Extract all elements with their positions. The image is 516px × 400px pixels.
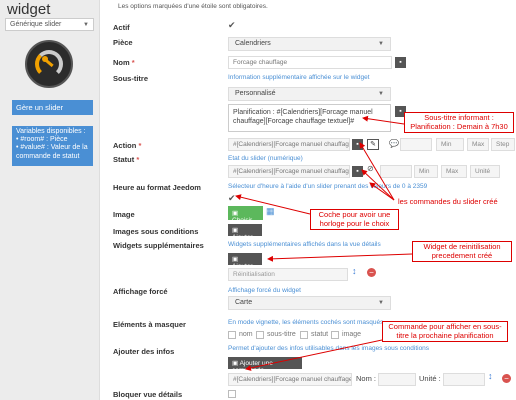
sous-titre-label: Sous-titre bbox=[113, 74, 149, 83]
statut-extra-input[interactable] bbox=[380, 165, 412, 178]
affichage-force-label: Affichage forcé bbox=[113, 287, 168, 296]
sous-titre-textarea[interactable]: Planification : #[Calendriers][Forcage m… bbox=[228, 104, 391, 132]
info-unite-input[interactable] bbox=[443, 373, 485, 386]
manage-slider-button[interactable]: Gère un slider bbox=[12, 100, 93, 115]
actif-checkbox[interactable]: ✔ bbox=[228, 20, 236, 31]
statut-select-button[interactable]: ▪ bbox=[352, 166, 363, 177]
add-command-button[interactable]: ▣ Ajouter une commande bbox=[228, 357, 302, 374]
eye-slash-icon[interactable]: ⊘ bbox=[367, 164, 374, 173]
piece-select[interactable]: Calendriers ▼ bbox=[228, 37, 391, 51]
action-max-input[interactable]: Max bbox=[467, 138, 489, 151]
annotation-clock: Coche pour avoir une horloge pour le cho… bbox=[310, 209, 399, 230]
action-min-field[interactable] bbox=[400, 138, 432, 151]
info-nom-label: Nom : bbox=[356, 374, 377, 383]
variable-room: • #room# : Pièce bbox=[16, 136, 68, 144]
bloquer-label: Bloquer vue détails bbox=[113, 390, 183, 399]
annotation-slider-commands: les commandes du slider créé bbox=[398, 197, 498, 206]
variable-value: • #value# : Valeur de la commande de sta… bbox=[16, 144, 88, 160]
widget-type-value: Générique slider bbox=[10, 21, 62, 28]
statut-max-input[interactable]: Max bbox=[441, 165, 467, 178]
hide-statut-label: statut bbox=[311, 331, 329, 338]
heure-hint: Sélecteur d'heure à l'aide d'un slider p… bbox=[228, 183, 428, 190]
hide-sous-titre-checkbox[interactable] bbox=[256, 331, 264, 339]
hide-sous-titre-label: sous-titre bbox=[267, 331, 296, 338]
action-select-button[interactable]: ▪ bbox=[352, 139, 363, 150]
action-input[interactable]: #[Calendriers][Forcage manuel chauffage]… bbox=[228, 138, 350, 151]
ajouter-infos-label: Ajouter des infos bbox=[113, 347, 175, 356]
affichage-force-select[interactable]: Carte ▼ bbox=[228, 296, 391, 310]
move-arrows-icon[interactable]: ↕ bbox=[352, 266, 357, 276]
statut-label: Statut * bbox=[113, 155, 140, 164]
add-condition-image-button[interactable]: ▣ Ajouter bbox=[228, 224, 262, 241]
window-title: widget bbox=[7, 1, 51, 18]
piece-label: Pièce bbox=[113, 38, 133, 47]
elements-masquer-hint: En mode vignette, les éléments cochés so… bbox=[228, 319, 384, 326]
annotation-reinit-widget: Widget de reinitilisation precedement cr… bbox=[412, 241, 512, 262]
variables-panel: Variables disponibles : • #room# : Pièce… bbox=[12, 126, 93, 166]
gauge-icon bbox=[25, 40, 73, 88]
action-config-icon[interactable]: ✎ bbox=[367, 139, 379, 150]
statut-unite-input[interactable]: Unité bbox=[470, 165, 500, 178]
piece-value: Calendriers bbox=[235, 40, 271, 47]
widget-reinit-item[interactable]: Réinitialisation bbox=[228, 268, 348, 281]
image-label: Image bbox=[113, 210, 135, 219]
comment-icon[interactable]: 💬 bbox=[389, 139, 399, 148]
bloquer-checkbox[interactable] bbox=[228, 390, 236, 398]
add-widget-button[interactable]: ▣ Ajouter bbox=[228, 253, 262, 270]
move-arrows-icon[interactable]: ↕ bbox=[488, 371, 493, 381]
sous-titre-hint: Information supplémentaire affichée sur … bbox=[228, 74, 370, 81]
affichage-force-value: Carte bbox=[235, 299, 253, 306]
statut-input[interactable]: #[Calendriers][Forcage manuel chauffage]… bbox=[228, 165, 350, 178]
chevron-down-icon: ▼ bbox=[378, 91, 384, 97]
hide-image-label: image bbox=[342, 331, 362, 338]
statut-min-input[interactable]: Min bbox=[414, 165, 438, 178]
widgets-supp-label: Widgets supplémentaires bbox=[113, 241, 204, 250]
remove-icon[interactable]: − bbox=[502, 374, 511, 383]
choose-image-button[interactable]: ▣ Choisir bbox=[228, 206, 263, 224]
info-unite-label: Unité : bbox=[419, 374, 441, 383]
sous-titre-select[interactable]: Personnalisé ▼ bbox=[228, 87, 391, 101]
affichage-force-hint: Affichage forcé du widget bbox=[228, 287, 301, 294]
action-min-input[interactable]: Min bbox=[436, 138, 464, 151]
variables-title: Variables disponibles : bbox=[16, 128, 86, 135]
widget-type-select[interactable]: Générique slider ▼ bbox=[5, 18, 94, 31]
image-preview-icon[interactable]: ▦ bbox=[266, 206, 275, 217]
actif-label: Actif bbox=[113, 23, 130, 32]
annotation-next-schedule: Commande pour afficher en sous-titre la … bbox=[382, 321, 508, 342]
hide-image-checkbox[interactable] bbox=[331, 331, 339, 339]
chevron-down-icon: ▼ bbox=[378, 41, 384, 47]
images-conditions-label: Images sous conditions bbox=[113, 227, 199, 236]
statut-hint: Etat du slider (numérique) bbox=[228, 155, 303, 162]
nom-input[interactable]: Forcage chauffage bbox=[228, 56, 392, 69]
widgets-supp-hint: Widgets supplémentaires affichés dans la… bbox=[228, 241, 381, 248]
sous-titre-select-value: Personnalisé bbox=[235, 90, 276, 97]
remove-icon[interactable]: − bbox=[367, 268, 376, 277]
nom-label: Nom * bbox=[113, 58, 135, 67]
chevron-down-icon: ▼ bbox=[378, 300, 384, 306]
chevron-down-icon: ▼ bbox=[83, 22, 89, 28]
hide-nom-checkbox[interactable] bbox=[228, 331, 236, 339]
heure-checkbox[interactable]: ✔ bbox=[228, 193, 236, 204]
action-step-input[interactable]: Step bbox=[491, 138, 515, 151]
heure-label: Heure au format Jeedom bbox=[113, 183, 201, 192]
elements-masquer-label: Eléments à masquer bbox=[113, 320, 186, 329]
required-note: Les options marquées d'une étoile sont o… bbox=[118, 3, 268, 10]
info-command-input[interactable]: #[Calendriers][Forcage manuel chauffage]… bbox=[228, 373, 352, 386]
ajouter-infos-hint: Permet d'ajouter des infos utilisables d… bbox=[228, 345, 430, 352]
info-nom-input[interactable] bbox=[378, 373, 416, 386]
hide-nom-label: nom bbox=[239, 331, 253, 338]
nom-edit-button[interactable]: ▪ bbox=[395, 57, 406, 68]
annotation-subtitle: Sous-titre informant : Planification : D… bbox=[404, 112, 514, 133]
hide-statut-checkbox[interactable] bbox=[300, 331, 308, 339]
action-label: Action * bbox=[113, 141, 142, 150]
